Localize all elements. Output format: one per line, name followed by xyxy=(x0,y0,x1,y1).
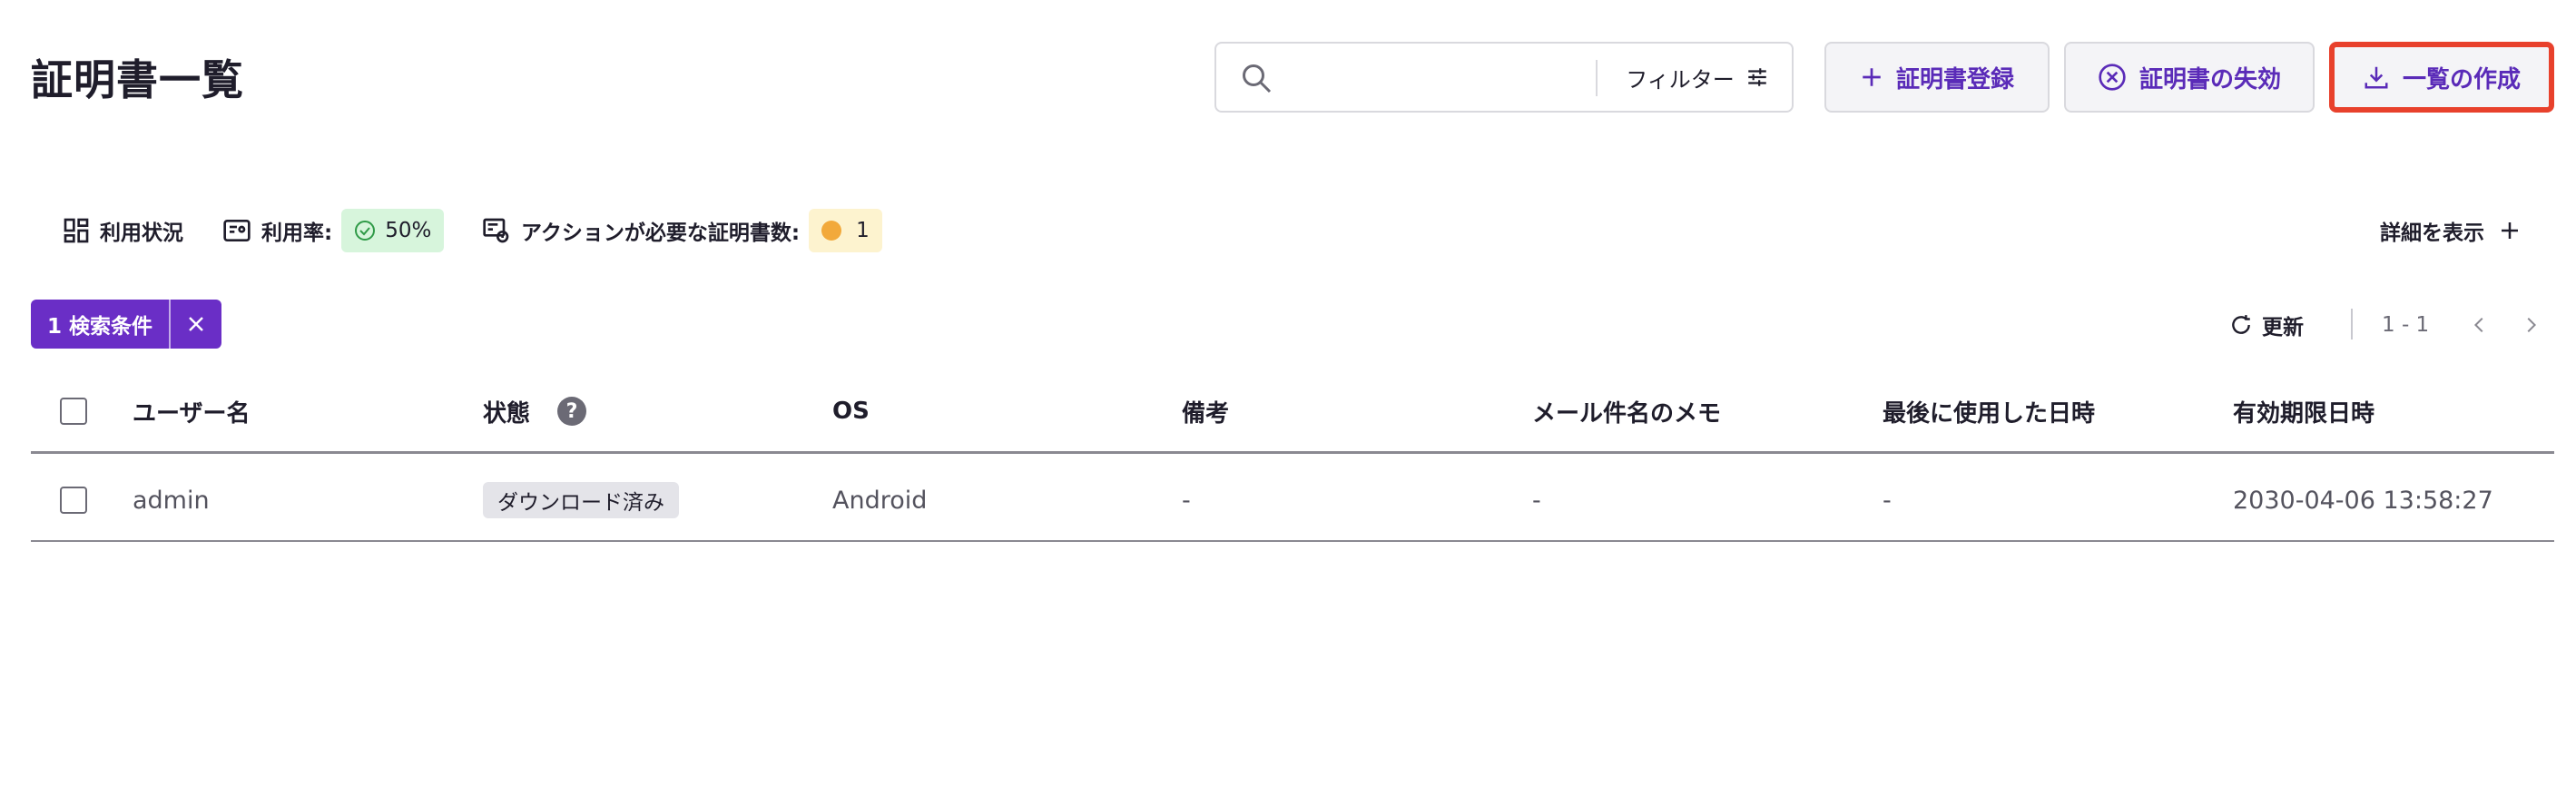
action-badge: 1 xyxy=(809,209,882,252)
cell-note: - xyxy=(1182,486,1191,515)
cell-expires: 2030-04-06 13:58:27 xyxy=(2233,486,2493,515)
refresh-icon xyxy=(2232,315,2250,334)
show-details-button[interactable]: 詳細を表示 xyxy=(2380,209,2521,252)
cell-mail-memo: - xyxy=(1532,486,1541,515)
cell-username: admin xyxy=(133,486,210,515)
pagination-range: 1 - 1 xyxy=(2382,313,2430,337)
status-header-label[interactable]: 状態 xyxy=(483,395,530,428)
next-page-button[interactable] xyxy=(2514,305,2547,345)
register-label: 証明書登録 xyxy=(1895,65,2014,93)
rate-badge: 50% xyxy=(341,209,445,252)
row-checkbox[interactable] xyxy=(60,487,87,514)
check-circle-icon xyxy=(355,221,376,241)
column-header-username[interactable]: ユーザー名 xyxy=(133,390,250,432)
id-card-icon xyxy=(223,220,251,241)
refresh-label: 更新 xyxy=(2262,316,2304,339)
select-all-checkbox[interactable] xyxy=(60,398,87,425)
chip-label[interactable]: 1 検索条件 xyxy=(31,300,169,349)
row-select-cell xyxy=(60,476,87,525)
revoke-certificate-button[interactable]: 証明書の失効 xyxy=(2064,42,2315,113)
select-all-cell xyxy=(60,390,87,432)
action-needed: アクションが必要な証明書数: 1 xyxy=(481,209,882,252)
cell-last-used: - xyxy=(1883,486,1892,515)
cell-status: ダウンロード済み xyxy=(483,476,679,525)
usage-status: 利用状況 xyxy=(62,209,183,252)
clear-filter-button[interactable] xyxy=(171,300,221,349)
plus-icon xyxy=(2502,222,2518,239)
details-label: 詳細を表示 xyxy=(2380,221,2484,245)
chevron-left-icon xyxy=(2473,317,2483,333)
rate-label: 利用率: xyxy=(261,221,333,245)
usage-rate: 利用率: 50% xyxy=(221,209,445,252)
search-icon xyxy=(1243,64,1272,93)
pagination-divider xyxy=(2351,309,2353,339)
filter-button[interactable]: フィルター xyxy=(1608,51,1786,103)
status-badge: ダウンロード済み xyxy=(483,482,679,518)
column-header-last-used[interactable]: 最後に使用した日時 xyxy=(1883,390,2095,432)
sliders-icon xyxy=(1748,68,1766,86)
circle-x-icon xyxy=(2099,64,2126,91)
chip-divider xyxy=(169,300,172,349)
refresh-button[interactable]: 更新 xyxy=(2229,305,2304,345)
column-header-note[interactable]: 備考 xyxy=(1182,390,1229,432)
dashboard-icon xyxy=(64,218,89,243)
export-label: 一覧の作成 xyxy=(2402,65,2521,93)
column-header-os[interactable]: OS xyxy=(832,390,870,432)
chevron-right-icon xyxy=(2527,317,2537,333)
table-header-divider xyxy=(31,451,2554,454)
action-label: アクションが必要な証明書数: xyxy=(521,221,801,245)
cell-os: Android xyxy=(832,486,928,515)
filter-label: フィルター xyxy=(1626,66,1735,93)
column-header-status: 状態 ? xyxy=(483,390,587,432)
search-input[interactable] xyxy=(1289,56,1892,102)
close-icon xyxy=(189,317,203,331)
revoke-label: 証明書の失効 xyxy=(2138,65,2281,93)
action-value: 1 xyxy=(856,219,870,242)
export-list-button[interactable]: 一覧の作成 xyxy=(2329,42,2554,113)
column-header-expires[interactable]: 有効期限日時 xyxy=(2233,390,2374,432)
column-header-mail-memo[interactable]: メール件名のメモ xyxy=(1532,390,1721,432)
search-divider xyxy=(1596,60,1598,96)
help-icon[interactable]: ? xyxy=(557,397,587,426)
usage-label: 利用状況 xyxy=(100,221,183,245)
search-box: フィルター xyxy=(1214,42,1892,113)
register-certificate-button[interactable]: 証明書登録 xyxy=(1824,42,2050,113)
page-title: 証明書一覧 xyxy=(31,55,244,104)
certificate-alert-icon xyxy=(483,218,509,243)
table-row-divider xyxy=(31,540,2554,542)
previous-page-button[interactable] xyxy=(2463,305,2496,345)
download-icon xyxy=(2365,66,2388,89)
search-condition-chip: 1 検索条件 xyxy=(31,300,222,349)
rate-value: 50% xyxy=(385,219,432,242)
plus-icon xyxy=(1863,68,1881,86)
warning-dot-icon xyxy=(821,221,842,241)
